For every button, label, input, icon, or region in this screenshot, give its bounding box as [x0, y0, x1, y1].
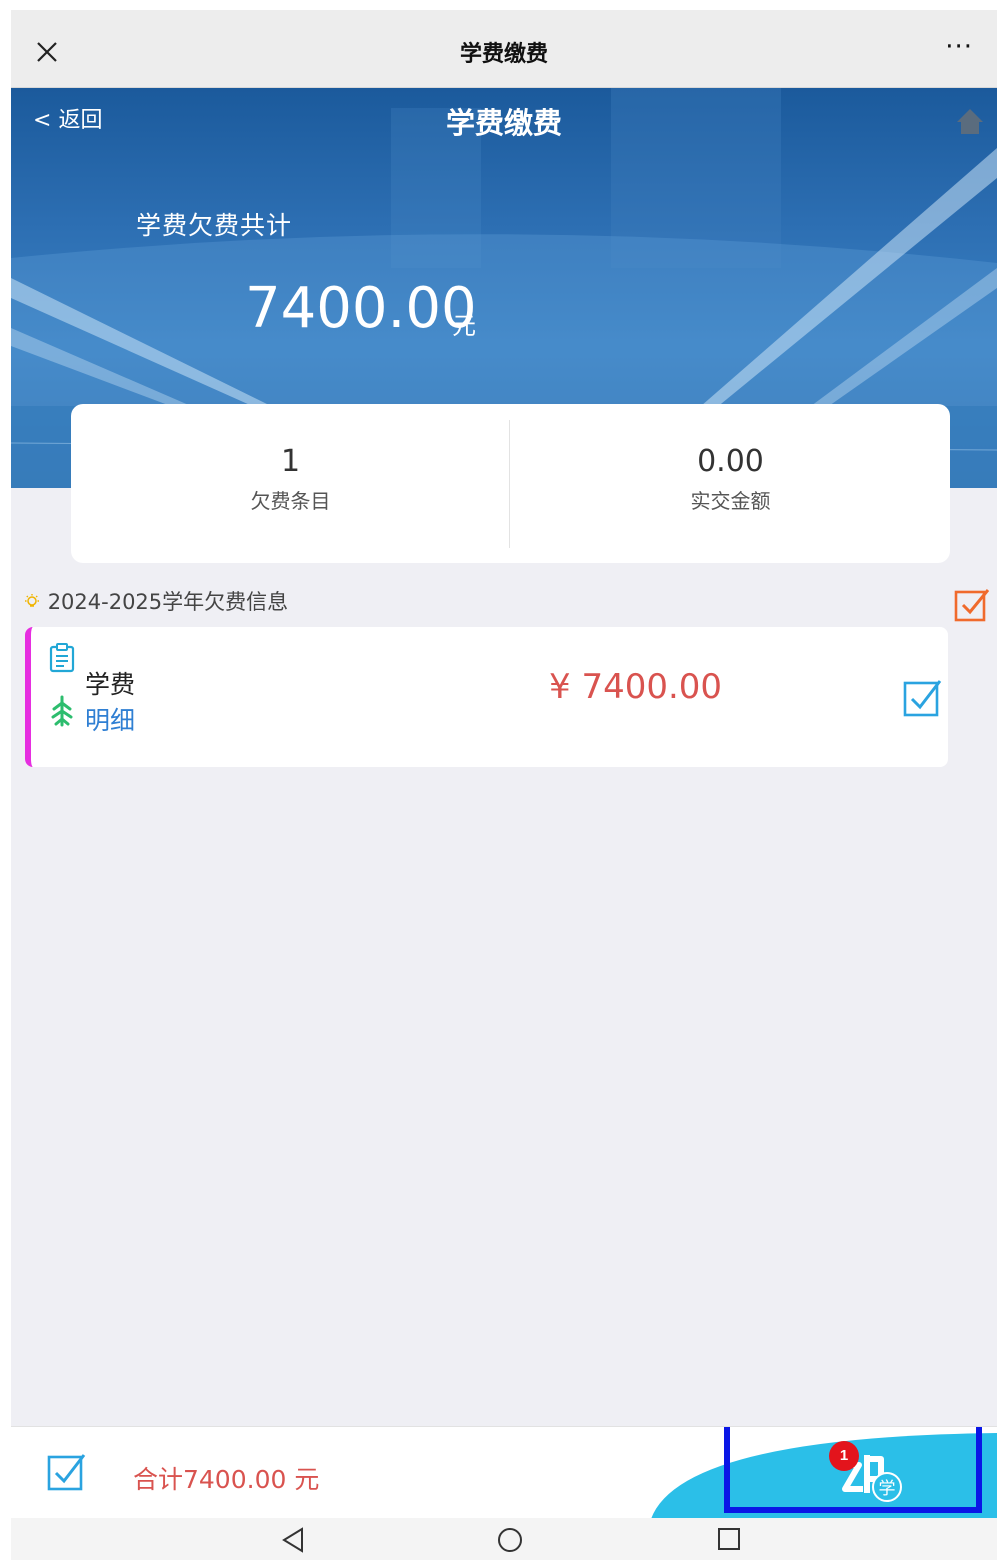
home-icon[interactable]	[955, 106, 985, 136]
owed-total-unit: 元	[452, 312, 476, 340]
tree-icon	[51, 695, 73, 727]
total-amount: 合计7400.00 元	[133, 1465, 320, 1494]
divider	[509, 420, 510, 548]
select-all-checkbox-icon[interactable]	[954, 586, 990, 622]
fee-item-price: ¥ 7400.00	[549, 667, 723, 707]
detail-link[interactable]: 明细	[85, 701, 135, 737]
triangle-back-icon[interactable]	[281, 1527, 305, 1553]
fee-item-name: 学费	[85, 670, 136, 699]
pay-button[interactable]	[724, 1427, 982, 1513]
paid-amount-stat: 0.00 实交金额	[511, 404, 950, 563]
square-recent-icon[interactable]	[717, 1527, 741, 1551]
owed-items-count: 1	[280, 444, 301, 479]
owed-items-stat: 1 欠费条目	[71, 404, 510, 563]
section-title: 2024-2025学年欠费信息	[47, 590, 289, 614]
total-checkbox-icon[interactable]	[47, 1451, 87, 1491]
list-item[interactable]: 学费 明细 ¥ 7400.00	[25, 627, 948, 767]
top-app-bar: 学费缴费 ···	[11, 10, 997, 88]
system-nav-bar	[11, 1518, 997, 1560]
owed-items-label: 欠费条目	[250, 489, 331, 513]
app-title: 学费缴费	[459, 42, 548, 67]
owed-total-label: 学费欠费共计	[136, 211, 293, 240]
section-header: 2024-2025学年欠费信息	[23, 586, 288, 616]
summary-card: 1 欠费条目 0.00 实交金额	[71, 404, 950, 563]
page-title: 学费缴费	[445, 106, 562, 140]
bottom-bar: 合计7400.00 元 学 1	[11, 1426, 997, 1519]
owed-total-amount: 7400.00	[245, 276, 477, 341]
circle-home-icon[interactable]	[497, 1527, 523, 1553]
paid-amount-value: 0.00	[697, 444, 764, 479]
item-checkbox-icon[interactable]	[903, 677, 943, 717]
more-icon[interactable]: ···	[945, 32, 973, 62]
paid-amount-label: 实交金额	[690, 489, 771, 513]
screen: 学费缴费 ··· < 返回 学费缴费 学费欠费共计 7400.00 元 1 欠费…	[11, 10, 997, 1560]
document-icon	[49, 643, 75, 673]
lightbulb-icon	[25, 594, 39, 607]
